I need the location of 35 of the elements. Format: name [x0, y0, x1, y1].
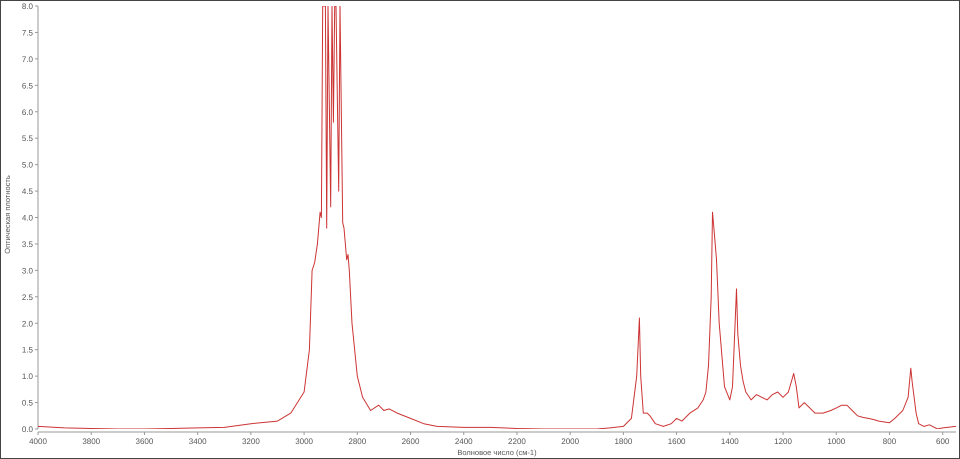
y-tick-label: 5.0	[22, 160, 33, 170]
y-tick-label: 1.5	[22, 346, 33, 355]
y-tick-label: 8.0	[22, 2, 33, 11]
y-tick-label: 0.0	[22, 425, 33, 434]
y-tick-label: 4.0	[22, 214, 33, 222]
y-tick-label: 2.0	[22, 319, 33, 328]
x-tick-label: 2600	[402, 437, 420, 446]
y-tick-label: 3.0	[22, 266, 33, 276]
y-tick-label: 3.5	[22, 240, 33, 249]
x-tick-label: 1200	[774, 437, 792, 446]
x-tick-label: 4000	[29, 437, 47, 446]
x-tick-label: 2800	[348, 437, 366, 446]
x-tick-label: 3000	[295, 437, 313, 446]
x-tick-label: 600	[936, 437, 950, 446]
x-tick-label: 800	[882, 437, 896, 446]
y-tick-label: 6.5	[22, 81, 33, 90]
y-tick-label: 2.5	[22, 292, 33, 302]
y-tick-label: 0.5	[22, 398, 33, 408]
y-tick-label: 5.5	[22, 134, 33, 144]
x-tick-label: 3600	[136, 437, 154, 446]
y-tick-label: 6.0	[22, 108, 33, 117]
x-tick-label: 1000	[827, 437, 846, 446]
x-tick-label: 1600	[668, 437, 686, 446]
y-tick-label: 7.5	[22, 28, 33, 38]
x-tick-label: 2000	[561, 437, 580, 446]
x-tick-label: 3800	[82, 437, 100, 446]
y-tick-label: 7.0	[22, 54, 33, 64]
x-tick-label: 3400	[188, 437, 207, 446]
y-tick-label: 4.5	[22, 187, 33, 196]
x-tick-label: 2400	[454, 437, 473, 446]
x-tick-label: 3200	[242, 437, 260, 446]
x-tick-label: 2200	[508, 437, 526, 446]
x-tick-label: 1800	[614, 437, 632, 446]
y-tick-label: 1.0	[22, 372, 33, 382]
x-tick-label: 1400	[720, 437, 739, 446]
